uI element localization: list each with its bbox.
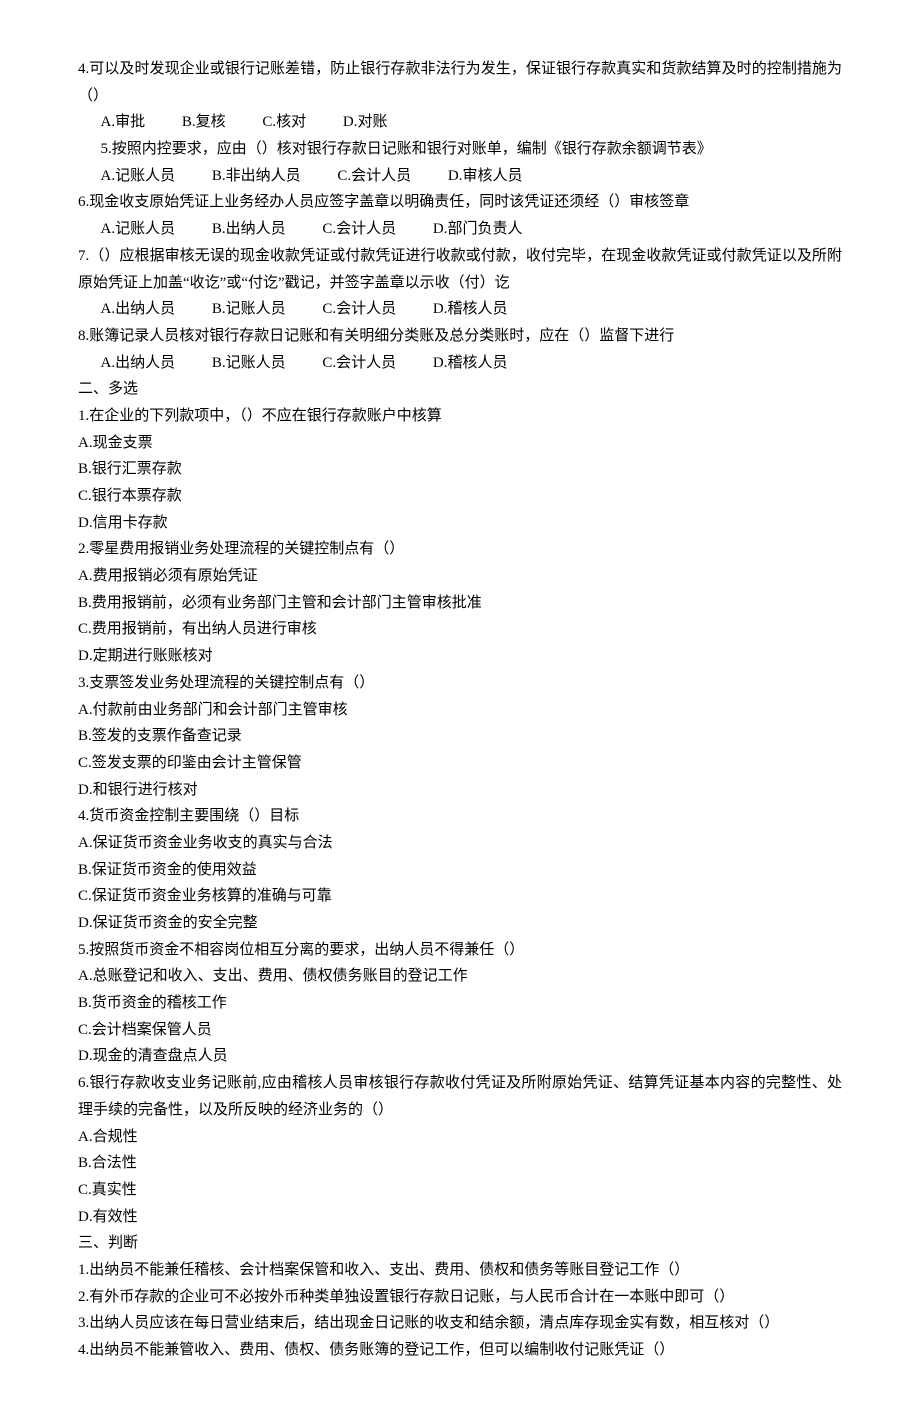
m4-opt-c: C.保证货币资金业务核算的准确与可靠 — [78, 883, 842, 910]
q5-opt-b: B.非出纳人员 — [212, 163, 301, 190]
m1-opt-a: A.现金支票 — [78, 430, 842, 457]
q6-opt-a: A.记账人员 — [101, 216, 176, 243]
m2-opt-c: C.费用报销前，有出纳人员进行审核 — [78, 616, 842, 643]
q8-text: 8.账簿记录人员核对银行存款日记账和有关明细分类账及总分类账时，应在（）监督下进… — [78, 323, 842, 350]
q6-opt-c: C.会计人员 — [322, 216, 396, 243]
m3-text: 3.支票签发业务处理流程的关键控制点有（） — [78, 670, 842, 697]
q8-options: A.出纳人员 B.记账人员 C.会计人员 D.稽核人员 — [78, 350, 842, 377]
m4-text: 4.货币资金控制主要围绕（）目标 — [78, 803, 842, 830]
j4-text: 4.出纳员不能兼管收入、费用、债权、债务账簿的登记工作，但可以编制收付记账凭证（… — [78, 1337, 842, 1364]
q7-text: 7.（）应根据审核无误的现金收款凭证或付款凭证进行收款或付款，收付完毕，在现金收… — [78, 243, 842, 296]
m6-opt-b: B.合法性 — [78, 1150, 842, 1177]
m5-opt-d: D.现金的清查盘点人员 — [78, 1043, 842, 1070]
q5-opt-d: D.审核人员 — [448, 163, 523, 190]
q4-opt-a: A.审批 — [101, 109, 146, 136]
m4-opt-b: B.保证货币资金的使用效益 — [78, 857, 842, 884]
m3-opt-a: A.付款前由业务部门和会计部门主管审核 — [78, 697, 842, 724]
q7-opt-d: D.稽核人员 — [433, 296, 508, 323]
q8-opt-a: A.出纳人员 — [101, 350, 176, 377]
j3-text: 3.出纳人员应该在每日营业结束后，结出现金日记账的收支和结余额，清点库存现金实有… — [78, 1310, 842, 1337]
q6-opt-b: B.出纳人员 — [212, 216, 286, 243]
q8-opt-d: D.稽核人员 — [433, 350, 508, 377]
q4-opt-b: B.复核 — [182, 109, 226, 136]
q6-options: A.记账人员 B.出纳人员 C.会计人员 D.部门负责人 — [78, 216, 842, 243]
m2-opt-d: D.定期进行账账核对 — [78, 643, 842, 670]
m4-opt-a: A.保证货币资金业务收支的真实与合法 — [78, 830, 842, 857]
m1-opt-c: C.银行本票存款 — [78, 483, 842, 510]
q7-opt-b: B.记账人员 — [212, 296, 286, 323]
q5-opt-c: C.会计人员 — [337, 163, 411, 190]
q8-opt-c: C.会计人员 — [322, 350, 396, 377]
q7-opt-c: C.会计人员 — [322, 296, 396, 323]
q6-opt-d: D.部门负责人 — [433, 216, 523, 243]
m1-opt-d: D.信用卡存款 — [78, 510, 842, 537]
m2-opt-b: B.费用报销前，必须有业务部门主管和会计部门主管审核批准 — [78, 590, 842, 617]
j2-text: 2.有外币存款的企业可不必按外币种类单独设置银行存款日记账，与人民币合计在一本账… — [78, 1284, 842, 1311]
m1-opt-b: B.银行汇票存款 — [78, 456, 842, 483]
q8-opt-b: B.记账人员 — [212, 350, 286, 377]
m5-opt-a: A.总账登记和收入、支出、费用、债权债务账目的登记工作 — [78, 963, 842, 990]
q5-options: A.记账人员 B.非出纳人员 C.会计人员 D.审核人员 — [78, 163, 842, 190]
m3-opt-c: C.签发支票的印鉴由会计主管保管 — [78, 750, 842, 777]
q4-options: A.审批 B.复核 C.核对 D.对账 — [78, 109, 842, 136]
m2-opt-a: A.费用报销必须有原始凭证 — [78, 563, 842, 590]
j1-text: 1.出纳员不能兼任稽核、会计档案保管和收入、支出、费用、债权和债务等账目登记工作… — [78, 1257, 842, 1284]
q4-opt-d: D.对账 — [343, 109, 388, 136]
m5-opt-c: C.会计档案保管人员 — [78, 1017, 842, 1044]
m4-opt-d: D.保证货币资金的安全完整 — [78, 910, 842, 937]
m2-text: 2.零星费用报销业务处理流程的关键控制点有（） — [78, 536, 842, 563]
m5-text: 5.按照货币资金不相容岗位相互分离的要求，出纳人员不得兼任（） — [78, 937, 842, 964]
q7-opt-a: A.出纳人员 — [101, 296, 176, 323]
q7-options: A.出纳人员 B.记账人员 C.会计人员 D.稽核人员 — [78, 296, 842, 323]
q4-opt-c: C.核对 — [262, 109, 306, 136]
m6-opt-c: C.真实性 — [78, 1177, 842, 1204]
m5-opt-b: B.货币资金的稽核工作 — [78, 990, 842, 1017]
m6-opt-d: D.有效性 — [78, 1204, 842, 1231]
section-judge-heading: 三、判断 — [78, 1230, 842, 1257]
section-multi-heading: 二、多选 — [78, 376, 842, 403]
m1-text: 1.在企业的下列款项中，（）不应在银行存款账户中核算 — [78, 403, 842, 430]
q5-text: 5.按照内控要求，应由（）核对银行存款日记账和银行对账单，编制《银行存款余额调节… — [78, 136, 842, 163]
m6-opt-a: A.合规性 — [78, 1124, 842, 1151]
m3-opt-b: B.签发的支票作备查记录 — [78, 723, 842, 750]
q5-opt-a: A.记账人员 — [101, 163, 176, 190]
q6-text: 6.现金收支原始凭证上业务经办人员应签字盖章以明确责任，同时该凭证还须经（）审核… — [78, 189, 842, 216]
m6-text: 6.银行存款收支业务记账前,应由稽核人员审核银行存款收付凭证及所附原始凭证、结算… — [78, 1070, 842, 1123]
m3-opt-d: D.和银行进行核对 — [78, 777, 842, 804]
q4-text: 4.可以及时发现企业或银行记账差错，防止银行存款非法行为发生，保证银行存款真实和… — [78, 56, 842, 109]
